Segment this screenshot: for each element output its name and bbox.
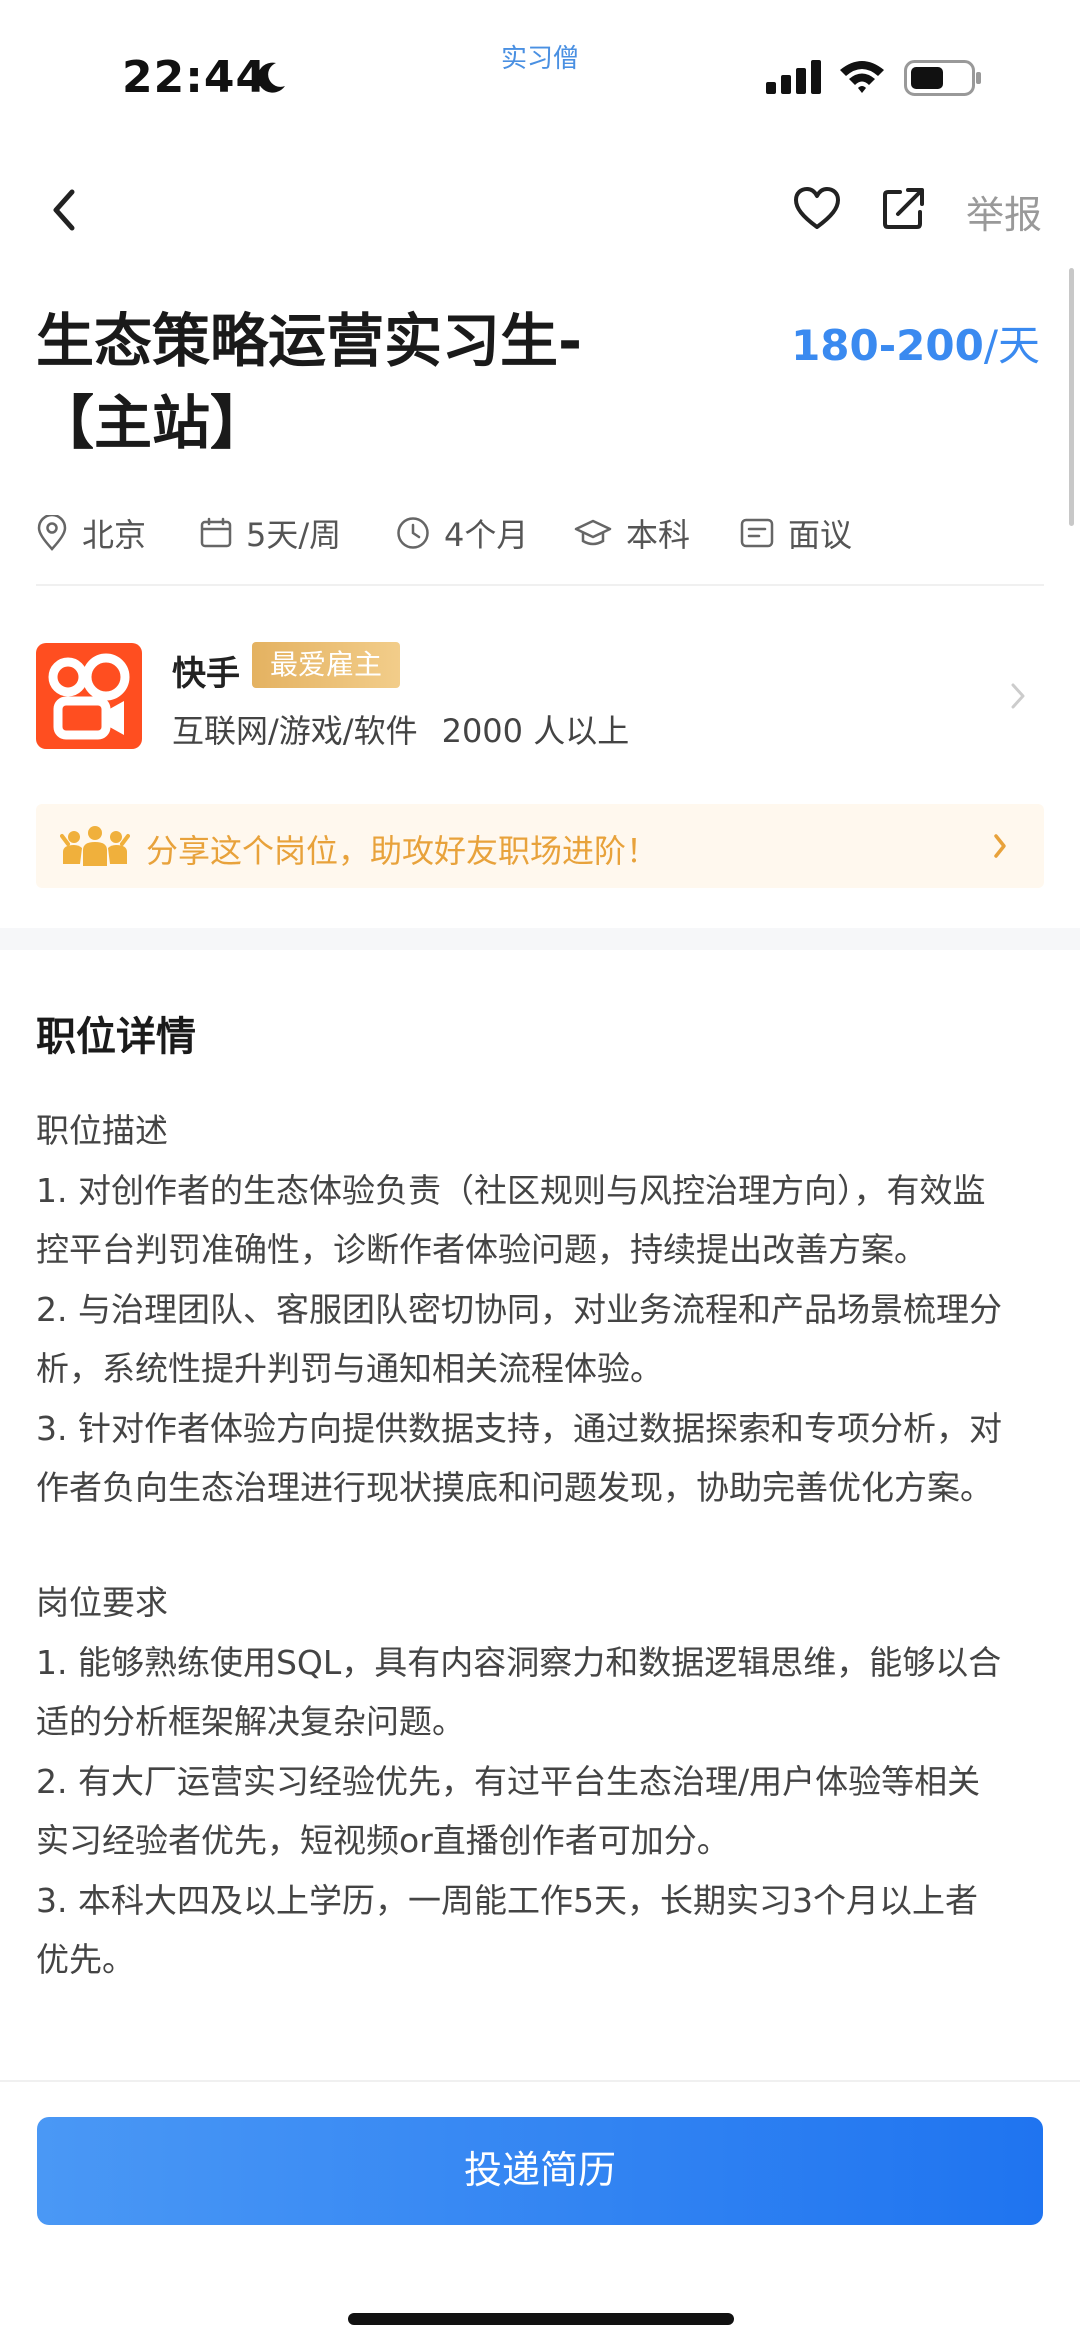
salary: 180-200/天 xyxy=(791,312,1040,373)
share-banner-text: 分享这个岗位，助攻好友职场进阶！ xyxy=(146,832,659,870)
company-name: 快手 xyxy=(172,654,240,694)
description-line: 作者负向生态治理进行现状摸底和问题发现，协助完善优化方案。 xyxy=(36,1468,993,1507)
job-title: 生态策略运营实习生- 【主站】 xyxy=(36,300,656,464)
company-logo xyxy=(36,643,142,749)
share-icon[interactable] xyxy=(880,184,928,232)
tag-duration: 4个月 xyxy=(396,510,528,556)
requirement-line: 实习经验者优先，短视频or直播创作者可加分。 xyxy=(36,1821,730,1860)
tag-education: 本科 xyxy=(574,510,690,556)
tag-interview: 面议 xyxy=(740,510,852,556)
calendar-icon xyxy=(200,517,232,548)
message-icon xyxy=(740,518,774,548)
tag-days: 5天/周 xyxy=(200,510,341,556)
description-line: 控平台判罚准确性，诊断作者体验问题，持续提出改善方案。 xyxy=(36,1230,927,1269)
job-title-line: 生态策略运营实习生- xyxy=(36,307,583,375)
back-arrow-icon[interactable] xyxy=(44,184,84,236)
location-pin-icon xyxy=(37,515,67,551)
company-size: 2000 人以上 xyxy=(441,712,630,750)
home-indicator[interactable] xyxy=(348,2313,734,2325)
requirement-line: 岗位要求 xyxy=(36,1583,168,1622)
tag-days-text: 5天/周 xyxy=(246,516,342,554)
scrollbar[interactable] xyxy=(1069,268,1074,526)
job-title-line: 【主站】 xyxy=(36,389,269,457)
battery-icon xyxy=(904,60,981,96)
status-bar: 22:44 实习僧 xyxy=(0,0,1080,150)
employer-badge: 最爱雇主 xyxy=(252,642,401,688)
job-description: 职位描述 1. 对创作者的生态体验负责（社区规则与风控治理方向），有效监 控平台… xyxy=(36,1101,1046,1518)
company-meta: 互联网/游戏/软件 2000 人以上 xyxy=(172,706,629,752)
signal-icon xyxy=(766,60,821,94)
nav-bar: 举报 xyxy=(0,160,1080,260)
kuaishou-logo-icon xyxy=(48,653,130,740)
people-cheer-icon xyxy=(60,826,130,866)
heart-icon[interactable] xyxy=(792,184,842,234)
apply-resume-button[interactable]: 投递简历 xyxy=(37,2117,1043,2225)
tag-location: 北京 xyxy=(36,510,146,556)
section-title: 职位详情 xyxy=(36,1014,196,1060)
tag-interview-text: 面议 xyxy=(788,516,853,554)
requirement-line: 2. 有大厂运营实习经验优先，有过平台生态治理/用户体验等相关 xyxy=(36,1761,981,1801)
chevron-right-icon xyxy=(1011,683,1025,709)
tag-education-text: 本科 xyxy=(626,516,691,554)
description-line: 3. 针对作者体验方向提供数据支持，通过数据探索和专项分析，对 xyxy=(36,1408,1002,1448)
clock-icon xyxy=(397,517,429,549)
requirement-line: 适的分析框架解决复杂问题。 xyxy=(36,1702,465,1741)
requirement-line: 1. 能够熟练使用SQL，具有内容洞察力和数据逻辑思维，能够以合 xyxy=(36,1642,1002,1682)
requirement-line: 3. 本科大四及以上学历，一周能工作5天，长期实习3个月以上者 xyxy=(36,1880,978,1920)
description-line: 2. 与治理团队、客服团队密切协同，对业务流程和产品场景梳理分 xyxy=(36,1289,1002,1329)
salary-unit: /天 xyxy=(983,321,1040,370)
chevron-right-icon xyxy=(994,834,1006,858)
description-line: 职位描述 xyxy=(36,1111,168,1150)
salary-range: 180-200 xyxy=(791,321,984,370)
tag-duration-text: 4个月 xyxy=(444,516,529,554)
company-card[interactable]: 快手 最爱雇主 互联网/游戏/软件 2000 人以上 xyxy=(36,640,1044,752)
graduation-cap-icon xyxy=(574,519,612,546)
share-banner[interactable]: 分享这个岗位，助攻好友职场进阶！ xyxy=(36,804,1044,888)
tag-location-text: 北京 xyxy=(82,516,147,554)
company-industry: 互联网/游戏/软件 xyxy=(172,712,418,750)
job-tags: 北京 5天/周 4个月 本科 面议 xyxy=(36,510,1044,560)
report-link[interactable]: 举报 xyxy=(966,184,1042,239)
description-line: 1. 对创作者的生态体验负责（社区规则与风控治理方向），有效监 xyxy=(36,1170,986,1210)
section-separator xyxy=(0,928,1080,950)
footer-divider xyxy=(0,2080,1080,2082)
divider xyxy=(36,584,1044,586)
job-requirements: 岗位要求 1. 能够熟练使用SQL，具有内容洞察力和数据逻辑思维，能够以合 适的… xyxy=(36,1573,1046,1990)
requirement-line: 优先。 xyxy=(36,1940,135,1979)
description-line: 析，系统性提升判罚与通知相关流程体验。 xyxy=(36,1349,663,1388)
wifi-icon xyxy=(840,61,884,93)
